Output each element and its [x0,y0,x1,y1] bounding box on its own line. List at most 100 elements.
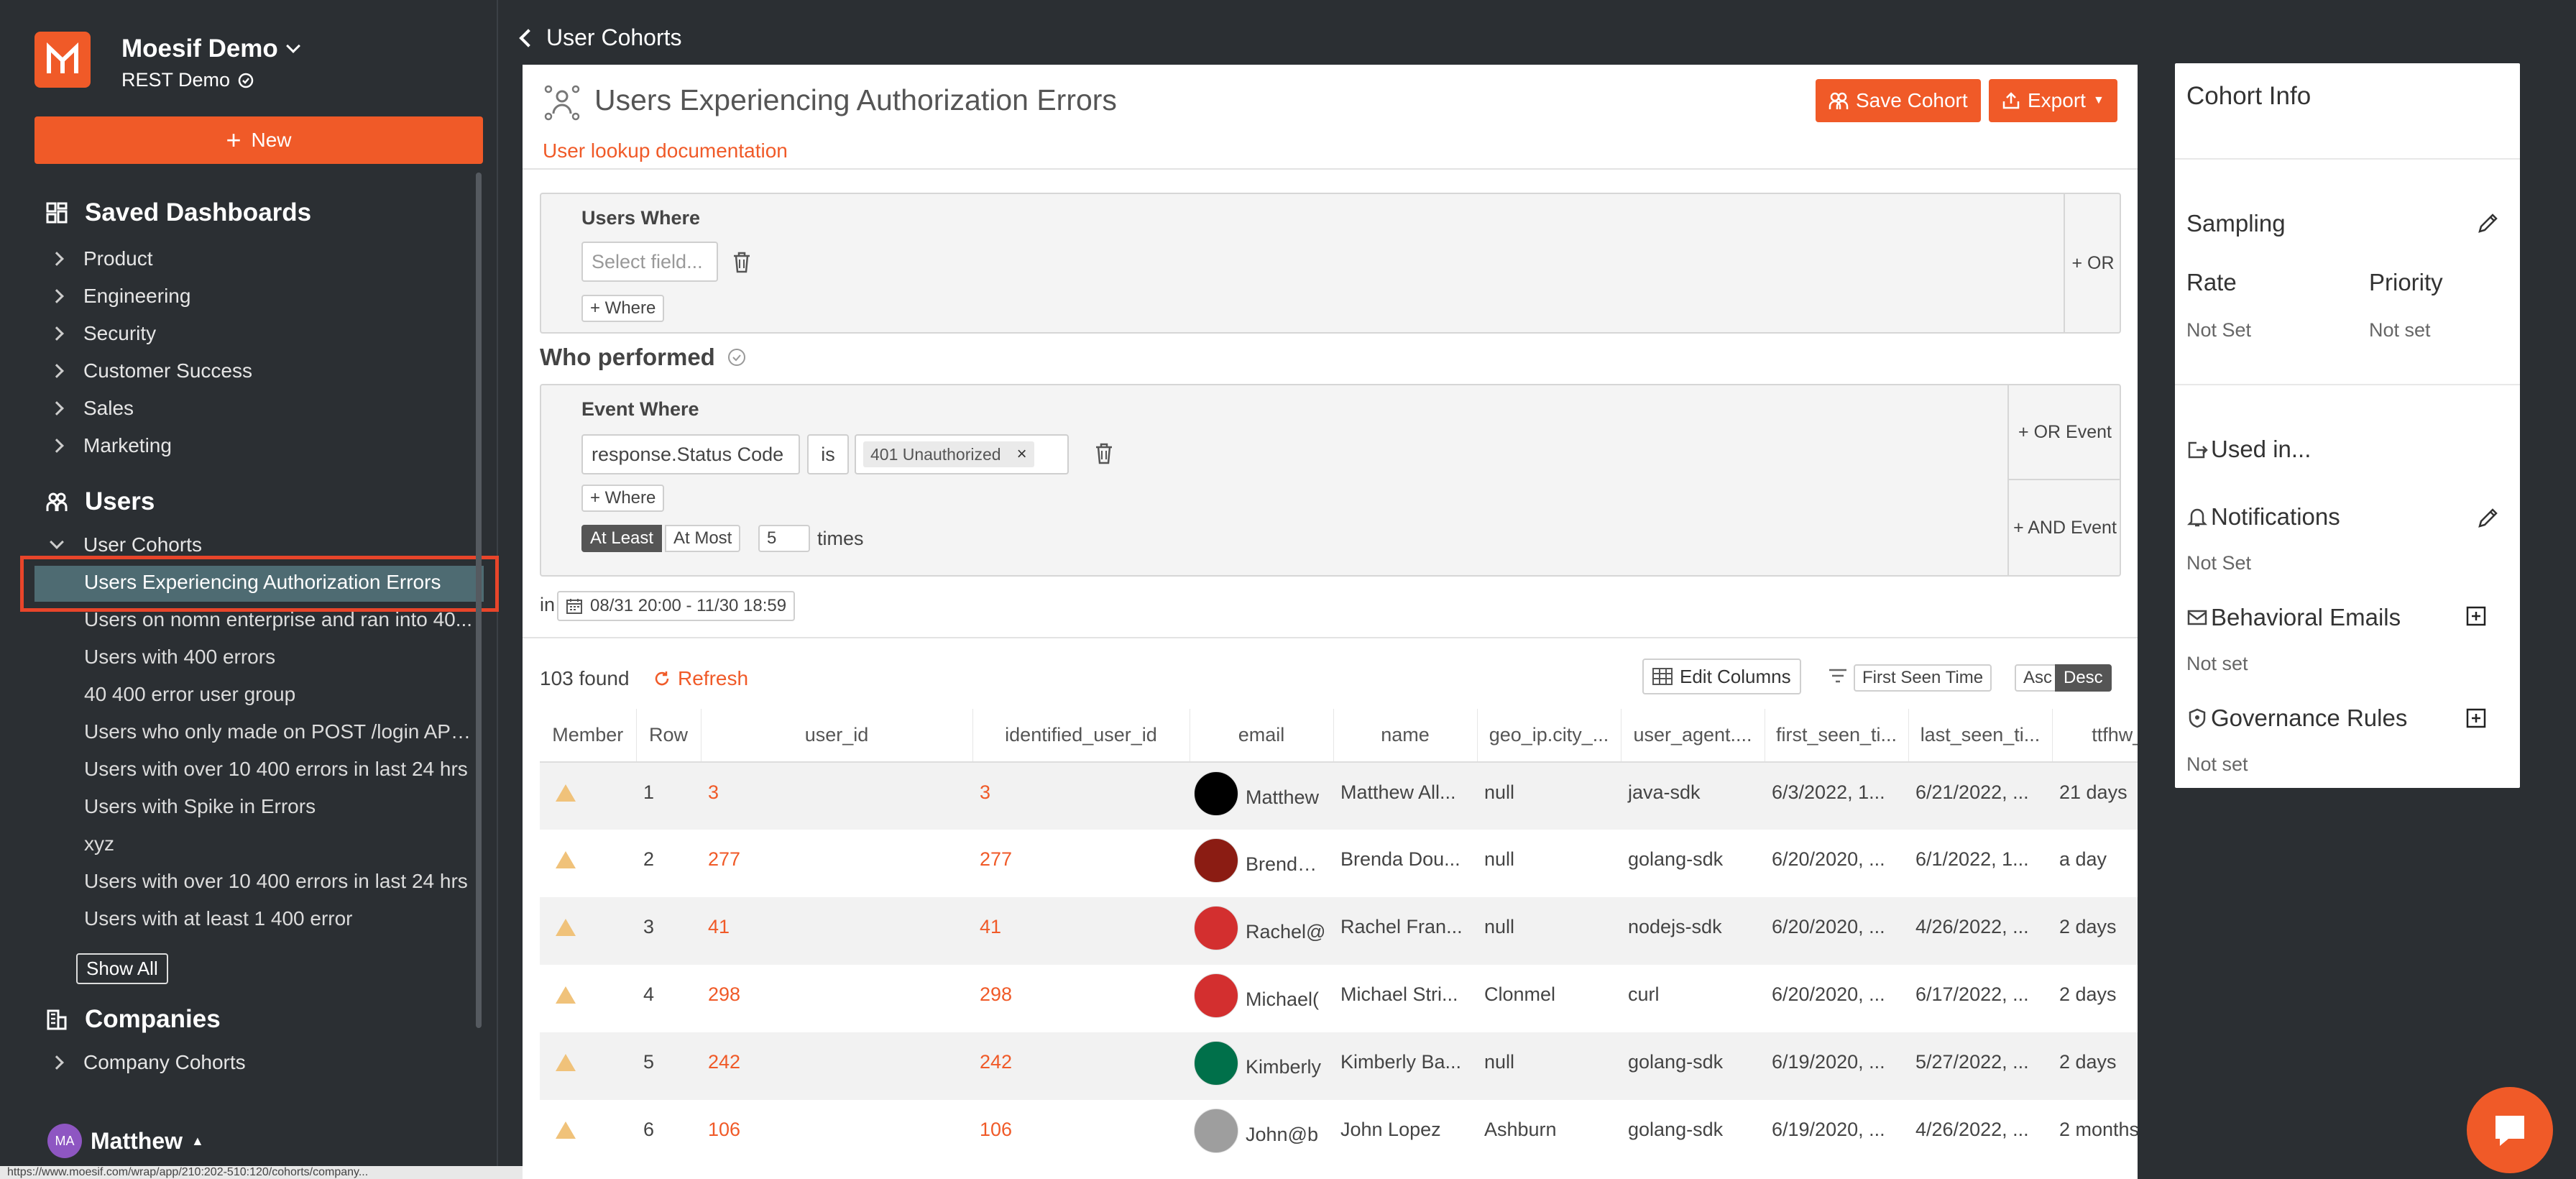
column-header[interactable]: user_agent.... [1621,709,1765,763]
edit-columns-button[interactable]: Edit Columns [1642,659,1801,694]
table-row[interactable]: 1 3 3 Matthew Matthew All... null java-sdk 6/3/… [540,762,2138,830]
table-row[interactable]: 5 242 242 Kimberly Kimberly Ba... null golang-… [540,1032,2138,1100]
user-id-cell[interactable]: 106 [701,1100,972,1167]
desc-toggle[interactable]: Desc [2055,664,2112,692]
in-label: in [540,594,556,615]
save-cohort-button[interactable]: Save Cohort [1816,79,1981,122]
sort-field-select[interactable]: First Seen Time [1854,664,1992,692]
event-field-select[interactable]: response.Status Code [581,434,800,474]
add-event-where-button[interactable]: + Where [581,485,665,512]
refresh-button[interactable]: Refresh [653,667,748,690]
cohort-item[interactable]: xyz [84,832,476,855]
user-id-cell[interactable]: 41 [701,897,972,965]
cohort-item[interactable]: Users with over 10 400 errors in last 24… [84,870,476,893]
column-header[interactable]: user_id [701,709,973,763]
value-select[interactable]: 401 Unauthorized × [855,434,1069,474]
member-cell [540,1032,636,1100]
identified-user-id-cell[interactable]: 242 [972,1032,1190,1100]
add-where-button[interactable]: + Where [581,295,665,322]
column-header[interactable]: Member [540,709,637,763]
cohort-item[interactable]: 40 400 error user group [84,683,476,706]
table-row[interactable]: 4 298 298 Michael(Michael Stri... Clonmel cur… [540,965,2138,1032]
pencil-icon[interactable] [2477,506,2500,529]
column-header[interactable]: geo_ip.city_... [1477,709,1622,763]
companies-header[interactable]: Companies [46,1005,221,1034]
users-table: Member Row user_id identified_user_id em… [540,709,2138,1167]
sidebar-item-engineering[interactable]: Engineering [50,285,190,308]
sidebar-scrollbar[interactable] [476,173,482,1028]
or-event-button[interactable]: + OR Event [2007,385,2121,480]
used-in-link[interactable]: Used in... [2186,436,2311,463]
identified-user-id-cell[interactable]: 277 [972,830,1190,897]
saved-dashboards-header[interactable]: Saved Dashboards [46,198,311,227]
column-header[interactable]: ttfhw_s [2052,709,2138,763]
name-cell: Matthew All... [1333,762,1477,830]
column-header[interactable]: name [1333,709,1478,763]
bell-icon [2186,508,2208,527]
new-button[interactable]: + New [34,116,483,164]
cohort-item[interactable]: Users with 400 errors [84,646,476,669]
export-button[interactable]: Export ▼ [1989,79,2117,122]
count-input[interactable]: 5 [758,525,810,552]
user-id-cell[interactable]: 298 [701,965,972,1032]
or-button[interactable]: + OR [2064,194,2121,332]
column-header[interactable]: Row [636,709,702,763]
column-header[interactable]: email [1190,709,1334,763]
sidebar-item-security[interactable]: Security [50,322,156,345]
user-id-cell[interactable]: 3 [701,762,972,830]
plus-square-icon[interactable] [2465,707,2487,729]
email-cell: John@b [1190,1100,1333,1167]
rate-value: Not Set [2186,319,2252,341]
date-range-picker[interactable]: 08/31 20:00 - 11/30 18:59 [557,591,796,621]
row-cell: 4 [643,983,655,1005]
back-to-user-cohorts[interactable]: User Cohorts [519,24,682,51]
at-least-toggle[interactable]: At Least [581,525,663,552]
chat-support-button[interactable] [2467,1087,2553,1173]
at-most-toggle[interactable]: At Most [665,525,741,552]
sidebar-item-product[interactable]: Product [50,247,153,270]
moesif-logo-icon[interactable] [34,32,91,88]
pencil-icon[interactable] [2477,211,2500,234]
name-cell: Michael Stri... [1340,983,1458,1005]
show-all-button[interactable]: Show All [76,953,168,984]
cohort-item[interactable]: Users who only made on POST /login API .… [84,720,476,743]
sidebar-item-company-cohorts[interactable]: Company Cohorts [50,1051,246,1074]
asc-toggle[interactable]: Asc [2015,664,2061,692]
user-menu[interactable]: MA Matthew ▲ [47,1124,204,1158]
sidebar-item-customer-success[interactable]: Customer Success [50,359,252,382]
trash-icon[interactable] [732,252,751,273]
sidebar-item-user-cohorts[interactable]: User Cohorts [50,533,202,556]
operator-select[interactable]: is [807,434,849,474]
users-header[interactable]: Users [46,487,155,516]
user-id-cell[interactable]: 277 [701,830,972,897]
sidebar-item-sales[interactable]: Sales [50,397,134,420]
user-id-cell[interactable]: 242 [701,1032,972,1100]
cohort-item[interactable]: Users with at least 1 400 error [84,907,476,930]
and-event-button[interactable]: + AND Event [2007,480,2121,575]
identified-user-id-cell[interactable]: 3 [972,762,1190,830]
table-row[interactable]: 6 106 106 John@b John Lopez Ashburn golang-sdk… [540,1100,2138,1167]
cohort-item[interactable]: Users with Spike in Errors [84,795,476,818]
cohort-item[interactable]: Users on nomn enterprise and ran into 40… [84,608,476,631]
identified-user-id-cell[interactable]: 298 [972,965,1190,1032]
identified-user-id-cell[interactable]: 106 [972,1100,1190,1167]
close-icon[interactable]: × [1017,444,1027,464]
column-header[interactable]: last_seen_ti... [1908,709,2053,763]
select-field-input[interactable]: Select field... [581,242,718,282]
sidebar-item-marketing[interactable]: Marketing [50,434,172,457]
plus-square-icon[interactable] [2465,605,2487,627]
users-icon [46,492,68,511]
sort-icon[interactable] [1828,667,1848,684]
app-switcher[interactable]: Moesif Demo [121,35,300,63]
user-lookup-doc-link[interactable]: User lookup documentation [543,139,788,162]
column-header[interactable]: identified_user_id [972,709,1190,763]
chip-label: 401 Unauthorized [870,444,1001,464]
table-row[interactable]: 3 41 41 Rachel@ Rachel Fran... null nodejs-sdk… [540,897,2138,965]
cohort-item-active[interactable]: Users Experiencing Authorization Errors [84,571,476,594]
sidebar-item-label: Sales [83,397,134,419]
trash-icon[interactable] [1095,443,1113,464]
table-row[interactable]: 2 277 277 Brenda@ Brenda Dou... null golang-sd… [540,830,2138,897]
column-header[interactable]: first_seen_ti... [1765,709,1909,763]
identified-user-id-cell[interactable]: 41 [972,897,1190,965]
cohort-item[interactable]: Users with over 10 400 errors in last 24… [84,758,476,781]
